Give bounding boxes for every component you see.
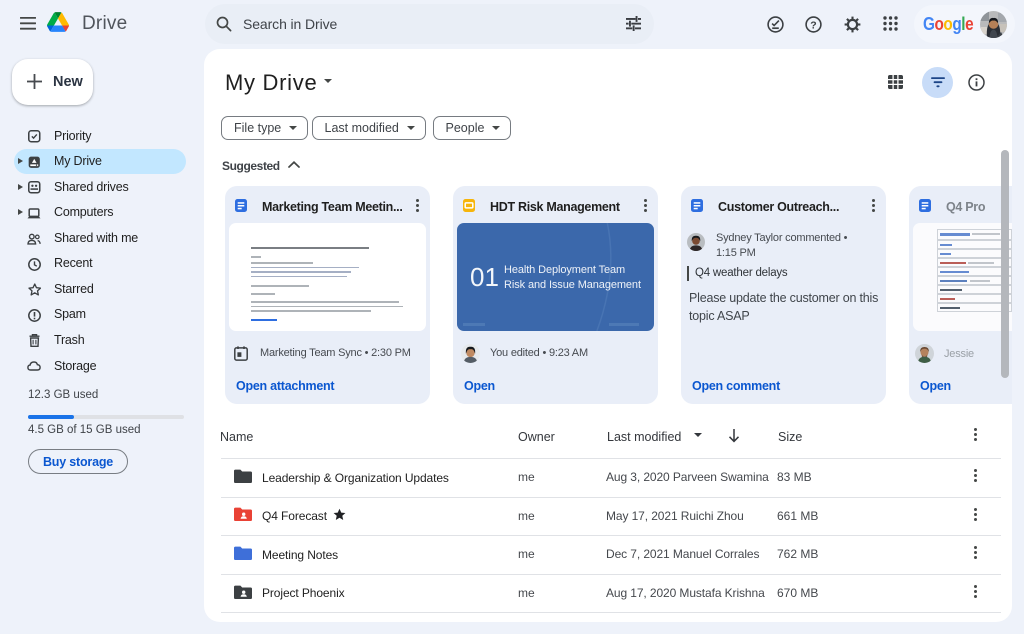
svg-text:?: ? [810,19,816,31]
